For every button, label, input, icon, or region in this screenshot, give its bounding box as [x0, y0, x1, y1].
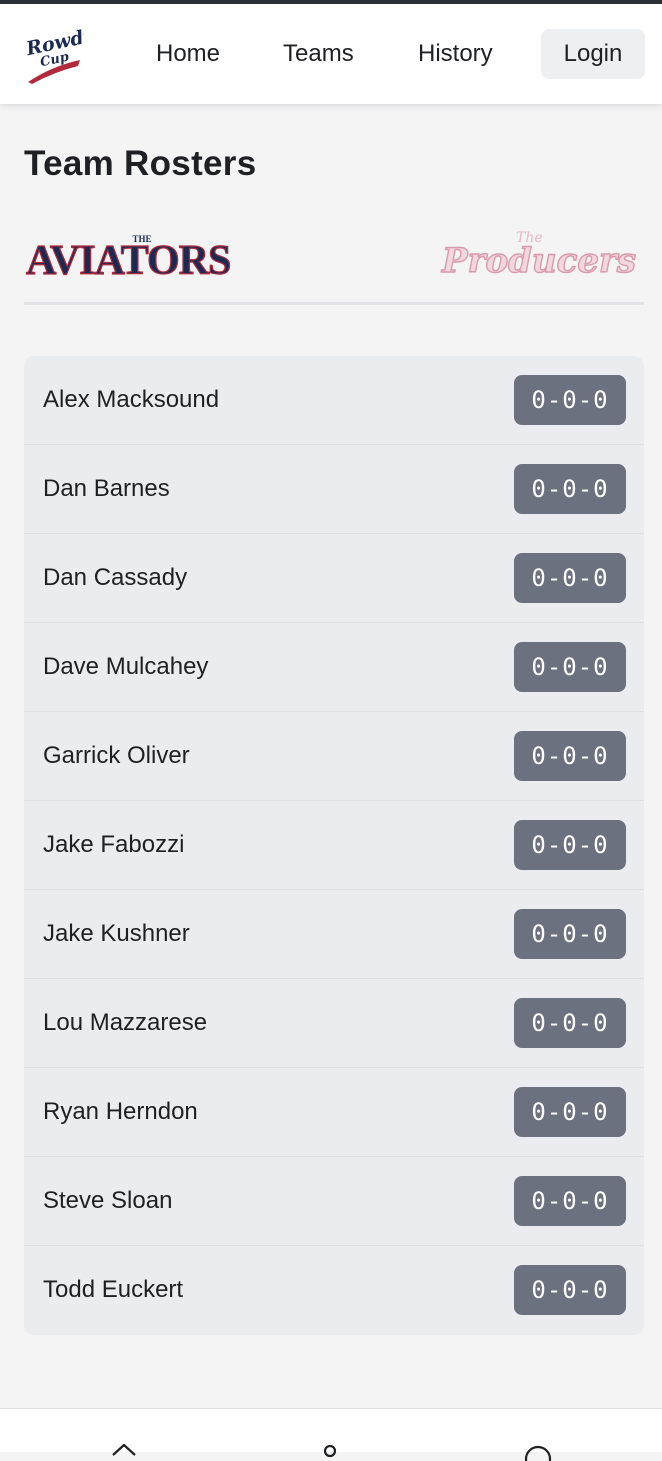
rowdy-cup-logo[interactable]: Rowdy Cup	[22, 24, 84, 86]
roster-row[interactable]: Jake Kushner 0-0-0	[24, 890, 644, 979]
record-badge: 0-0-0	[514, 731, 626, 781]
team-divider	[24, 302, 644, 305]
producers-team-logo[interactable]: The Producers	[438, 226, 646, 282]
player-name: Alex Macksound	[43, 386, 220, 413]
roster-row[interactable]: Ryan Herndon 0-0-0	[24, 1068, 644, 1157]
player-name: Dan Cassady	[43, 564, 188, 591]
aviators-wordmark: AVIATORS	[26, 238, 230, 282]
roster-row[interactable]: Jake Fabozzi 0-0-0	[24, 801, 644, 890]
record-badge: 0-0-0	[514, 909, 626, 959]
aviators-team-logo[interactable]: THE AVIATORS	[24, 226, 264, 282]
player-name: Garrick Oliver	[43, 742, 190, 769]
player-name: Lou Mazzarese	[43, 1009, 208, 1036]
roster-row[interactable]: Dave Mulcahey 0-0-0	[24, 623, 644, 712]
home-icon[interactable]	[109, 1441, 139, 1461]
record-badge: 0-0-0	[514, 1176, 626, 1226]
record-badge: 0-0-0	[514, 464, 626, 514]
page-title: Team Rosters	[24, 144, 257, 183]
player-name: Todd Euckert	[43, 1276, 184, 1303]
roster-row[interactable]: Dan Cassady 0-0-0	[24, 534, 644, 623]
player-name: Jake Kushner	[43, 920, 190, 947]
navbar: Rowdy Cup Home Teams History Login	[0, 4, 662, 104]
user-icon[interactable]	[315, 1441, 345, 1461]
record-badge: 0-0-0	[514, 642, 626, 692]
record-badge: 0-0-0	[514, 1087, 626, 1137]
player-name: Ryan Herndon	[43, 1098, 198, 1125]
record-badge: 0-0-0	[514, 1265, 626, 1315]
record-badge: 0-0-0	[514, 820, 626, 870]
bottom-nav-bar	[0, 1408, 662, 1461]
nav-home-link[interactable]: Home	[156, 34, 220, 74]
clock-icon[interactable]	[523, 1441, 553, 1461]
roster-row[interactable]: Dan Barnes 0-0-0	[24, 445, 644, 534]
player-name: Steve Sloan	[43, 1187, 173, 1214]
record-badge: 0-0-0	[514, 553, 626, 603]
roster-row[interactable]: Lou Mazzarese 0-0-0	[24, 979, 644, 1068]
producers-wordmark: Producers	[441, 241, 636, 281]
player-name: Dan Barnes	[43, 475, 170, 502]
player-name: Dave Mulcahey	[43, 653, 209, 680]
roster-row[interactable]: Todd Euckert 0-0-0	[24, 1246, 644, 1335]
login-button[interactable]: Login	[541, 29, 645, 79]
player-name: Jake Fabozzi	[43, 831, 185, 858]
nav-teams-link[interactable]: Teams	[283, 34, 354, 74]
record-badge: 0-0-0	[514, 375, 626, 425]
nav-history-link[interactable]: History	[418, 34, 493, 74]
roster-list: Alex Macksound 0-0-0 Dan Barnes 0-0-0 Da…	[24, 356, 644, 1335]
roster-row[interactable]: Garrick Oliver 0-0-0	[24, 712, 644, 801]
record-badge: 0-0-0	[514, 998, 626, 1048]
roster-row[interactable]: Alex Macksound 0-0-0	[24, 356, 644, 445]
roster-row[interactable]: Steve Sloan 0-0-0	[24, 1157, 644, 1246]
